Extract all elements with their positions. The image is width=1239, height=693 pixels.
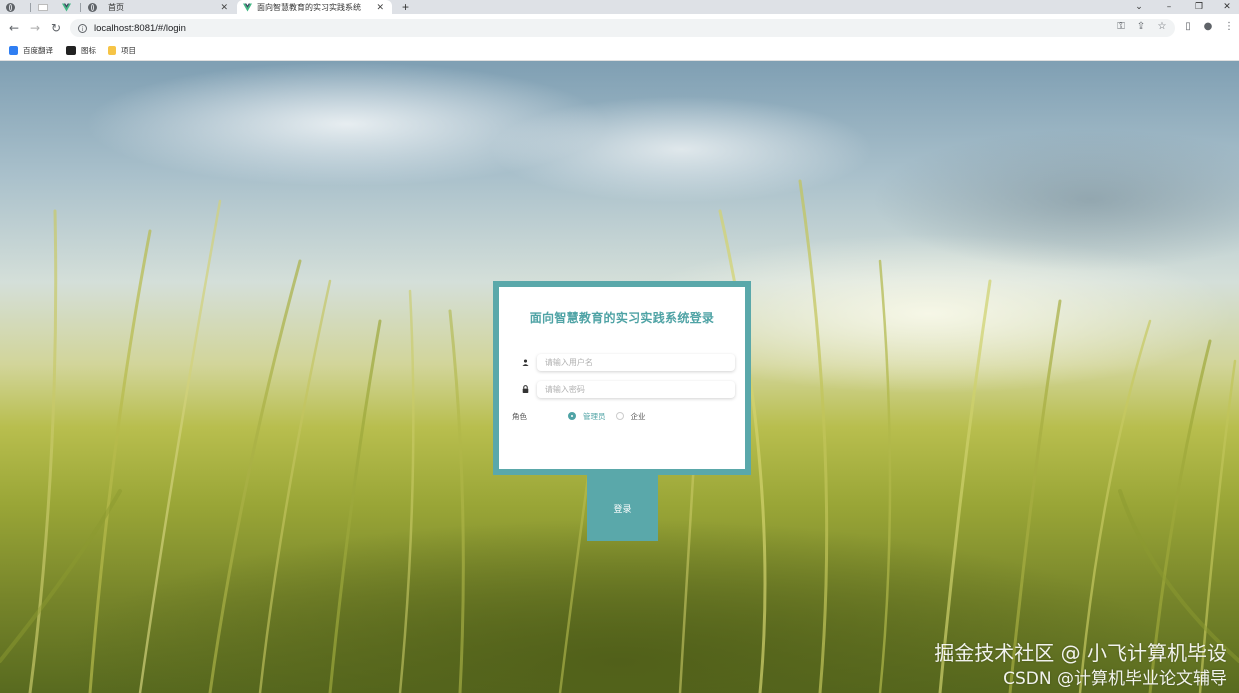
restore-button[interactable]: ❐ — [1184, 0, 1214, 14]
bookmark-label: 图标 — [81, 46, 96, 55]
radio-unchecked-icon[interactable] — [615, 412, 624, 420]
vue-logo-icon — [243, 2, 252, 12]
bookmarks-bar: 百度翻译 图标 项目 — [0, 42, 1239, 61]
tab-label: 面向智慧教育的实习实践系统 — [257, 2, 361, 12]
share-icon[interactable]: ⇪ — [1134, 21, 1148, 32]
close-tab-icon[interactable]: ✕ — [220, 2, 228, 13]
tab-strip: 首页 ✕ 面向智慧教育的实习实践系统 ✕ + ⌄ – ❐ ✕ — [0, 0, 1239, 14]
login-panel: 面向智慧教育的实习实践系统登录 角色 管理员 — [493, 281, 751, 475]
close-tab-icon[interactable]: ✕ — [376, 2, 384, 13]
url-text[interactable]: localhost:8081/#/login — [94, 23, 186, 34]
tab-home[interactable]: 首页 ✕ — [82, 0, 236, 14]
lock-icon — [519, 382, 533, 396]
role-label: 角色 — [512, 411, 527, 421]
bookmark-folder-projects[interactable]: 项目 — [108, 45, 136, 56]
site-info-icon[interactable]: i — [78, 23, 87, 33]
close-window-button[interactable]: ✕ — [1212, 0, 1239, 14]
bookmark-star-icon[interactable]: ☆ — [1155, 21, 1169, 32]
password-row — [519, 380, 735, 398]
baidu-translate-icon — [9, 46, 18, 55]
watermark-line-1: 掘金技术社区 @ 小飞计算机毕设 — [934, 641, 1227, 665]
blank-page-icon — [38, 3, 48, 11]
username-input[interactable] — [536, 353, 735, 371]
bookmark-label: 项目 — [121, 46, 136, 55]
username-row — [519, 353, 735, 371]
tab-separator — [80, 3, 81, 12]
bookmark-label: 百度翻译 — [23, 46, 53, 55]
side-panel-icon[interactable]: ▯ — [1181, 21, 1195, 32]
watermark-line-2: CSDN @计算机毕业论文辅导 — [1003, 669, 1227, 689]
role-row: 角色 管理员 企业 — [512, 409, 732, 423]
key-icon[interactable]: ⚿ — [1114, 21, 1128, 32]
back-arrow-icon[interactable]: ← — [6, 20, 22, 36]
omnibox[interactable]: i localhost:8081/#/login — [70, 19, 1175, 37]
globe-icon — [88, 2, 97, 12]
bookmark-icons[interactable]: 图标 — [66, 45, 96, 56]
login-form: 面向智慧教育的实习实践系统登录 角色 管理员 — [499, 287, 745, 469]
login-button[interactable]: 登录 — [587, 475, 658, 541]
menu-kebab-icon[interactable]: ⋮ — [1222, 21, 1236, 32]
address-bar-row: ← → ↻ i localhost:8081/#/login ⚿ ⇪ ☆ ▯ ●… — [0, 14, 1239, 42]
bookmark-baidu-translate[interactable]: 百度翻译 — [9, 45, 53, 56]
new-tab-button[interactable]: + — [396, 0, 414, 14]
page-background: 面向智慧教育的实习实践系统登录 角色 管理员 — [0, 61, 1239, 693]
watermark: 掘金技术社区 @ 小飞计算机毕设 CSDN @计算机毕业论文辅导 — [934, 639, 1227, 691]
folder-icon — [108, 46, 116, 55]
tab-search-dropdown-icon[interactable]: ⌄ — [1124, 0, 1154, 14]
tab-label: 首页 — [108, 2, 124, 12]
forward-arrow-icon[interactable]: → — [27, 20, 43, 36]
tab-1[interactable] — [0, 0, 30, 14]
reload-icon[interactable]: ↻ — [48, 20, 64, 36]
user-icon — [519, 355, 533, 369]
login-title: 面向智慧教育的实习实践系统登录 — [529, 311, 715, 325]
password-input[interactable] — [536, 380, 735, 398]
role-option-label: 管理员 — [583, 411, 606, 421]
tab-login-active[interactable]: 面向智慧教育的实习实践系统 ✕ — [237, 0, 392, 14]
role-radio-company[interactable]: 企业 — [615, 411, 646, 422]
tab-3[interactable] — [56, 0, 80, 14]
tab-separator — [30, 3, 31, 12]
film-icon — [66, 46, 76, 55]
minimize-button[interactable]: – — [1154, 0, 1184, 14]
role-option-label: 企业 — [630, 411, 646, 421]
role-radio-admin[interactable]: 管理员 — [568, 411, 606, 422]
globe-icon — [6, 2, 15, 12]
vue-logo-icon — [62, 2, 71, 12]
tab-2[interactable] — [32, 0, 54, 14]
radio-checked-icon[interactable] — [568, 412, 576, 420]
profile-avatar-icon[interactable]: ● — [1201, 21, 1215, 32]
